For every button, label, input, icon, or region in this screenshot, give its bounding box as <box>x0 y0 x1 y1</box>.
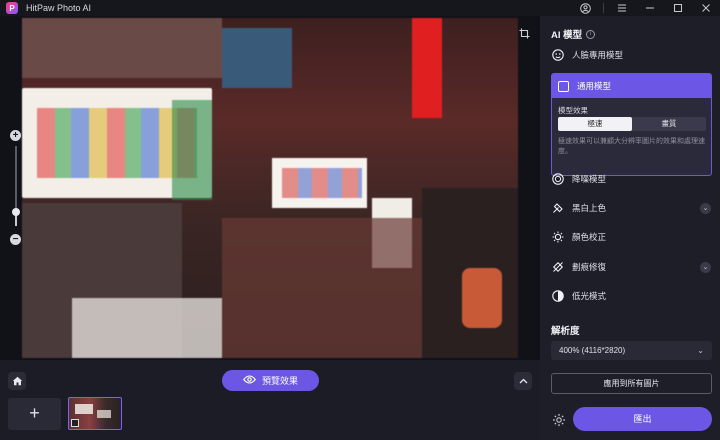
resolution-select[interactable]: 400% (4116*2820) ⌄ <box>551 341 712 360</box>
title-bar: P HitPaw Photo AI <box>0 0 720 16</box>
model-label: 人臉專用模型 <box>572 50 624 60</box>
zoom-in-button[interactable]: + <box>10 130 21 141</box>
model-label: 降噪模型 <box>572 174 607 184</box>
ai-model-title: AI 模型 i <box>551 27 596 41</box>
home-button[interactable] <box>8 372 26 390</box>
apply-to-all-button[interactable]: 應用到所有圖片 <box>551 373 712 394</box>
model-label: 低光模式 <box>572 291 607 301</box>
minimize-icon[interactable] <box>636 0 664 16</box>
model-colorize[interactable]: 黑白上色 ⌄ <box>551 197 711 219</box>
resolution-heading: 解析度 <box>551 326 580 337</box>
model-effect-label: 模型效果 <box>558 106 588 115</box>
chevron-down-icon[interactable]: ⌄ <box>700 261 711 273</box>
zoom-out-button[interactable]: − <box>10 234 21 245</box>
scratch-repair-icon <box>551 261 564 274</box>
preview-effect-button[interactable]: 預覽效果 <box>222 370 319 391</box>
model-general[interactable]: 通用模型 <box>552 74 711 98</box>
effect-option-fast[interactable]: 極速 <box>558 117 632 131</box>
model-denoise[interactable]: 降噪模型 <box>551 168 711 190</box>
maximize-icon[interactable] <box>664 0 692 16</box>
model-label: 黑白上色 <box>572 203 607 213</box>
info-icon[interactable]: i <box>586 29 596 39</box>
expand-filmstrip-button[interactable] <box>514 372 532 390</box>
model-effect-description: 極速效果可以兼顧大分辨率圖片的效果和處理速度。 <box>558 138 705 155</box>
close-icon[interactable] <box>692 0 720 16</box>
ai-model-heading: AI 模型 <box>551 30 583 41</box>
zoom-thumb[interactable] <box>12 207 20 216</box>
chevron-down-icon[interactable]: ⌄ <box>700 202 711 214</box>
model-low-light[interactable]: 低光模式 <box>551 285 711 307</box>
model-label: 顏色校正 <box>572 232 607 242</box>
model-face[interactable]: 人臉專用模型 <box>551 44 711 66</box>
colorize-icon <box>551 202 564 215</box>
image-thumbnail[interactable] <box>68 397 122 430</box>
chevron-down-icon: ⌄ <box>697 346 704 355</box>
account-icon[interactable] <box>571 0 599 16</box>
resolution-value: 400% (4116*2820) <box>559 346 626 355</box>
eye-icon <box>242 375 256 386</box>
photo-preview <box>22 18 518 358</box>
general-model-card[interactable]: 通用模型 模型效果 極速 畫質 極速效果可以兼顧大分辨率圖片的效果和處理速度。 <box>551 73 712 176</box>
image-icon <box>558 80 569 92</box>
divider <box>603 3 604 13</box>
crop-icon[interactable] <box>518 28 530 40</box>
window-controls <box>571 0 720 16</box>
image-canvas[interactable] <box>0 16 540 360</box>
face-icon <box>551 49 564 62</box>
denoise-icon <box>551 173 564 186</box>
app-title: HitPaw Photo AI <box>26 3 92 13</box>
bottom-toolbar: 預覽效果 + <box>0 360 540 440</box>
low-light-icon <box>551 290 564 303</box>
model-effect-toggle[interactable]: 極速 畫質 <box>558 117 706 131</box>
preview-effect-label: 預覽效果 <box>261 376 298 386</box>
color-correct-icon <box>551 231 564 244</box>
zoom-slider[interactable]: + − <box>8 128 24 245</box>
model-color-correct[interactable]: 顏色校正 <box>551 226 711 248</box>
thumbnail-image-icon <box>71 419 79 427</box>
model-scratch-repair[interactable]: 劃痕修復 ⌄ <box>551 256 711 278</box>
settings-panel: AI 模型 i 人臉專用模型 通用模型 模型效果 極速 畫質 極速效果可以兼顧大… <box>540 16 720 440</box>
resolution-title: 解析度 <box>551 323 580 337</box>
add-image-button[interactable]: + <box>8 398 61 430</box>
app-logo: P <box>6 2 18 14</box>
menu-icon[interactable] <box>608 0 636 16</box>
gear-icon[interactable] <box>552 413 566 427</box>
model-label: 通用模型 <box>577 81 612 91</box>
export-button[interactable]: 匯出 <box>573 407 712 431</box>
effect-option-quality[interactable]: 畫質 <box>632 117 706 131</box>
model-label: 劃痕修復 <box>572 262 607 272</box>
